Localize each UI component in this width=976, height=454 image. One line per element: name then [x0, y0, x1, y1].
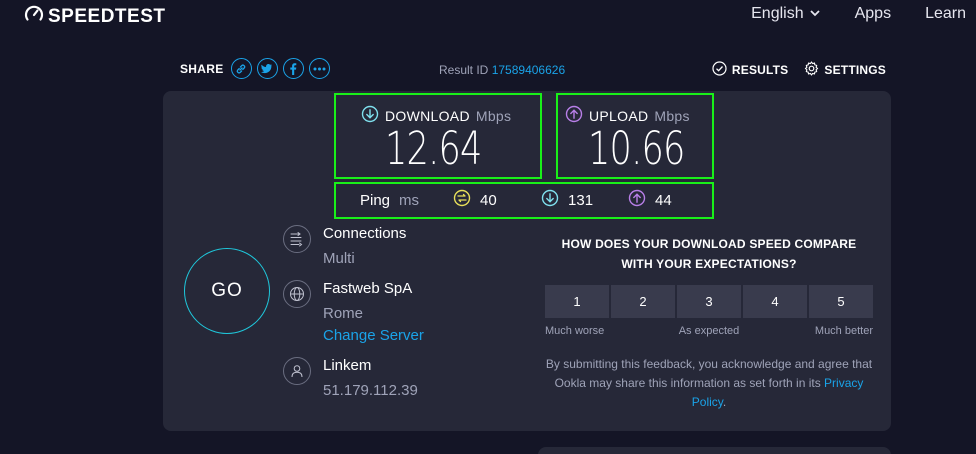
- go-button[interactable]: GO: [184, 248, 270, 334]
- rating-option-1[interactable]: 1: [545, 285, 609, 318]
- gear-icon: [804, 61, 819, 79]
- nav-apps[interactable]: Apps: [855, 5, 891, 23]
- change-server-link[interactable]: Change Server: [323, 327, 424, 345]
- user-icon: [283, 357, 311, 385]
- settings-button[interactable]: SETTINGS: [804, 61, 886, 79]
- top-nav: English Apps Learn: [751, 5, 966, 23]
- rating-option-4[interactable]: 4: [743, 285, 807, 318]
- rating-option-3[interactable]: 3: [677, 285, 741, 318]
- feedback-disclaimer: By submitting this feedback, you acknowl…: [545, 355, 873, 412]
- connections-title: Connections: [323, 225, 407, 242]
- server-host: Fastweb SpA: [323, 280, 413, 297]
- settings-label: SETTINGS: [824, 63, 886, 77]
- download-value: 12.64: [385, 122, 482, 175]
- result-id: Result ID 17589406626: [439, 63, 565, 77]
- server-text: Fastweb SpA Rome Change Server: [323, 280, 424, 345]
- ping-upload-value: 44: [655, 191, 672, 209]
- connections-text: Connections Multi: [323, 225, 406, 268]
- ping-unit: ms: [399, 191, 420, 209]
- results-label: RESULTS: [731, 63, 789, 77]
- ping-idle-value: 40: [480, 191, 497, 209]
- download-arrow-icon: [541, 189, 559, 211]
- speedometer-icon: [24, 4, 44, 29]
- share-label: SHARE: [180, 61, 224, 76]
- result-actions: RESULTS SETTINGS: [712, 61, 886, 79]
- isp-text: Linkem 51.179.112.39: [323, 357, 418, 400]
- isp-info: Linkem 51.179.112.39: [283, 357, 418, 400]
- connections-icon: [283, 225, 311, 253]
- server-city: Rome: [323, 305, 364, 322]
- ping-label: Ping: [360, 191, 391, 209]
- globe-icon: [283, 280, 311, 308]
- share-group: SHARE: [180, 58, 330, 79]
- rating-label-high: Much better: [814, 325, 873, 337]
- ping-upload: 44: [628, 189, 672, 211]
- result-id-link[interactable]: 17589406626: [492, 63, 565, 77]
- isp-ip: 51.179.112.39: [323, 382, 418, 399]
- survey-question: HOW DOES YOUR DOWNLOAD SPEED COMPARE WIT…: [561, 237, 857, 271]
- rating-option-2[interactable]: 2: [611, 285, 675, 318]
- ping-row: Ping ms 40 131 44: [360, 189, 672, 211]
- rating-option-5[interactable]: 5: [809, 285, 873, 318]
- twitter-icon[interactable]: [256, 58, 278, 79]
- language-selector[interactable]: English: [751, 5, 820, 23]
- connections-info: Connections Multi: [283, 225, 406, 268]
- server-info: Fastweb SpA Rome Change Server: [283, 280, 424, 345]
- nav-learn[interactable]: Learn: [925, 5, 966, 23]
- facebook-icon[interactable]: [282, 58, 304, 79]
- check-circle-icon: [712, 61, 727, 79]
- ping-idle: 40: [453, 189, 541, 211]
- upload-value: 10.66: [588, 122, 685, 175]
- isp-name: Linkem: [323, 357, 372, 374]
- result-id-label: Result ID: [439, 63, 489, 77]
- ping-download: 131: [541, 189, 628, 211]
- language-label: English: [751, 5, 804, 22]
- share-bar: SHARE Result ID 17589406626 RESULTS SETT…: [180, 58, 886, 82]
- more-options-icon[interactable]: [308, 58, 330, 79]
- disclaimer-end: .: [722, 395, 727, 409]
- chevron-down-icon: [809, 5, 821, 23]
- rating-scale: 1 2 3 4 5: [545, 285, 873, 318]
- top-bar: SPEEDTEST English Apps Learn: [0, 0, 976, 30]
- secondary-card: [538, 447, 891, 454]
- ping-download-value: 131: [568, 191, 594, 209]
- speedtest-logo[interactable]: SPEEDTEST: [24, 4, 165, 29]
- upload-arrow-icon: [628, 189, 646, 211]
- results-button[interactable]: RESULTS: [712, 61, 789, 79]
- logo-text: SPEEDTEST: [48, 5, 166, 27]
- connections-value: Multi: [323, 250, 355, 267]
- download-arrow-icon: [361, 105, 379, 126]
- upload-arrow-icon: [565, 105, 583, 126]
- ping-idle-icon: [453, 189, 471, 211]
- link-icon[interactable]: [230, 58, 252, 79]
